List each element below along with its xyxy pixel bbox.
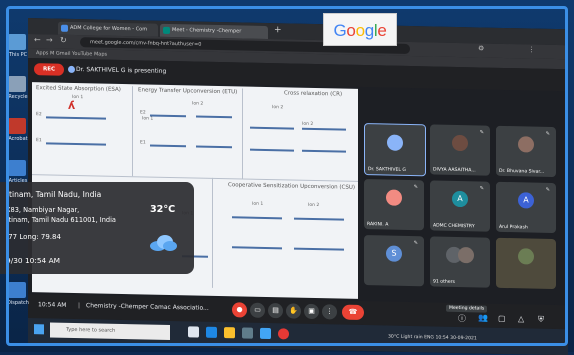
photo-frame-border [6, 6, 568, 346]
